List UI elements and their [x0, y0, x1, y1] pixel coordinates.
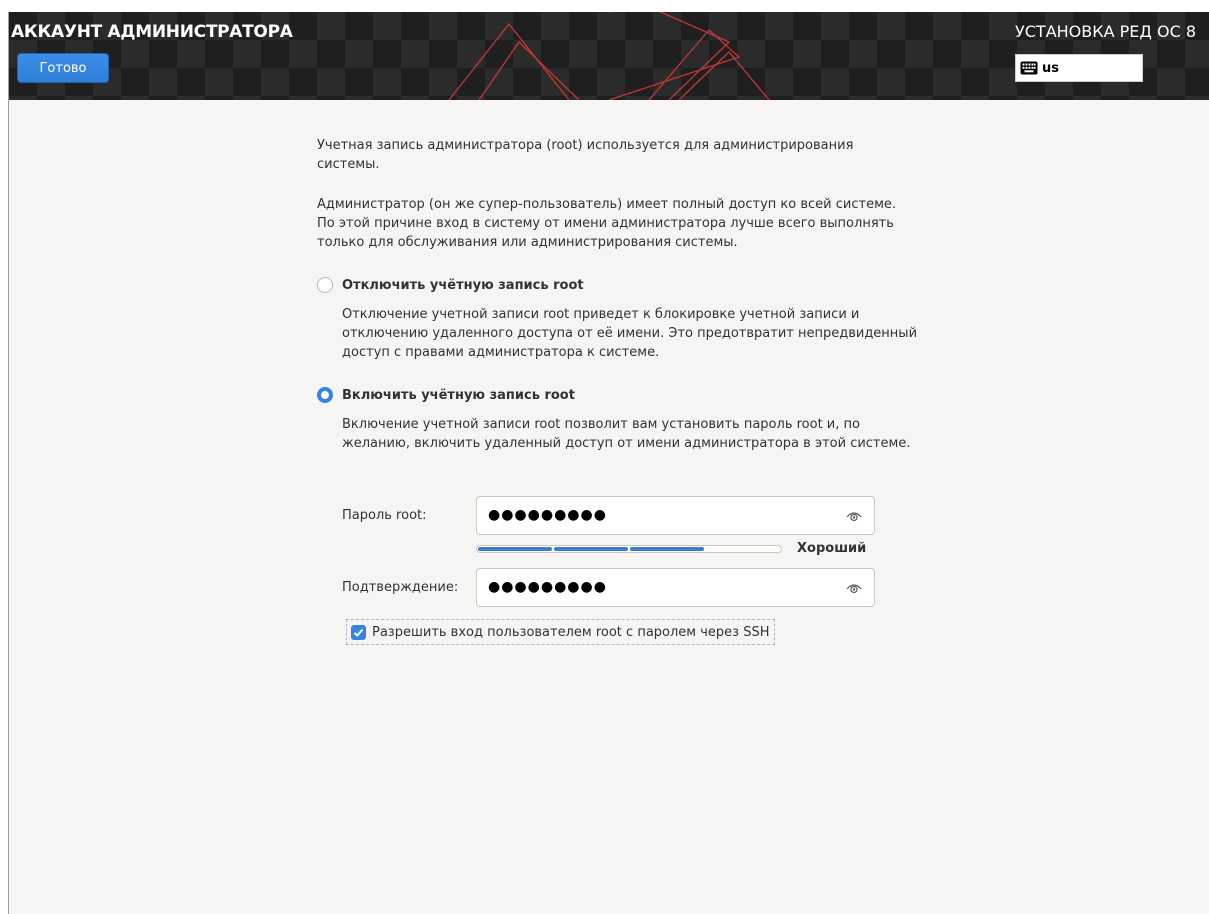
- password-strength-label: Хороший: [797, 541, 867, 556]
- installer-window: АККАУНТ АДМИНИСТРАТОРА Готово УСТАНОВКА …: [8, 12, 1209, 914]
- strength-segment: [478, 547, 552, 551]
- checkmark-icon: [353, 628, 364, 637]
- enable-root-option[interactable]: Включить учётную запись root: [317, 387, 575, 403]
- root-account-panel: Учетная запись администратора (root) исп…: [9, 100, 1209, 914]
- disable-root-option[interactable]: Отключить учётную запись root: [317, 277, 584, 293]
- keyboard-layout-label: us: [1042, 60, 1059, 76]
- header-bar: АККАУНТ АДМИНИСТРАТОРА Готово УСТАНОВКА …: [9, 12, 1209, 100]
- intro-paragraph-2: Администратор (он же супер-пользователь)…: [317, 197, 897, 250]
- root-password-value: ●●●●●●●●●: [488, 507, 607, 523]
- intro-paragraph-1: Учетная запись администратора (root) исп…: [317, 138, 854, 172]
- enable-root-label: Включить учётную запись root: [342, 387, 575, 403]
- password-strength-bar: [476, 545, 782, 553]
- done-button[interactable]: Готово: [17, 53, 109, 83]
- keyboard-icon: [1020, 61, 1038, 75]
- product-title: УСТАНОВКА РЕД ОС 8: [1015, 22, 1197, 41]
- root-password-field[interactable]: ●●●●●●●●●: [476, 496, 875, 535]
- disable-root-radio[interactable]: [317, 277, 333, 293]
- show-password-icon[interactable]: [846, 509, 862, 523]
- spoke-title: АККАУНТ АДМИНИСТРАТОРА: [11, 22, 293, 42]
- strength-segment: [630, 547, 704, 551]
- strength-segment: [554, 547, 628, 551]
- ssh-root-login-option[interactable]: Разрешить вход пользователем root с паро…: [346, 619, 775, 645]
- ssh-root-login-label: Разрешить вход пользователем root с паро…: [372, 624, 770, 640]
- ssh-root-login-checkbox[interactable]: [351, 624, 366, 640]
- confirm-password-field[interactable]: ●●●●●●●●●: [476, 568, 875, 607]
- keyboard-layout-indicator[interactable]: us: [1015, 54, 1143, 82]
- root-password-label: Пароль root:: [342, 508, 427, 523]
- show-confirm-password-icon[interactable]: [846, 581, 862, 595]
- disable-root-label: Отключить учётную запись root: [342, 277, 584, 293]
- confirm-password-label: Подтверждение:: [342, 580, 459, 595]
- strength-segment: [706, 547, 780, 551]
- confirm-password-value: ●●●●●●●●●: [488, 579, 607, 595]
- enable-root-description: Включение учетной записи root позволит в…: [342, 417, 911, 451]
- enable-root-radio[interactable]: [317, 387, 333, 403]
- disable-root-description: Отключение учетной записи root приведет …: [342, 307, 918, 360]
